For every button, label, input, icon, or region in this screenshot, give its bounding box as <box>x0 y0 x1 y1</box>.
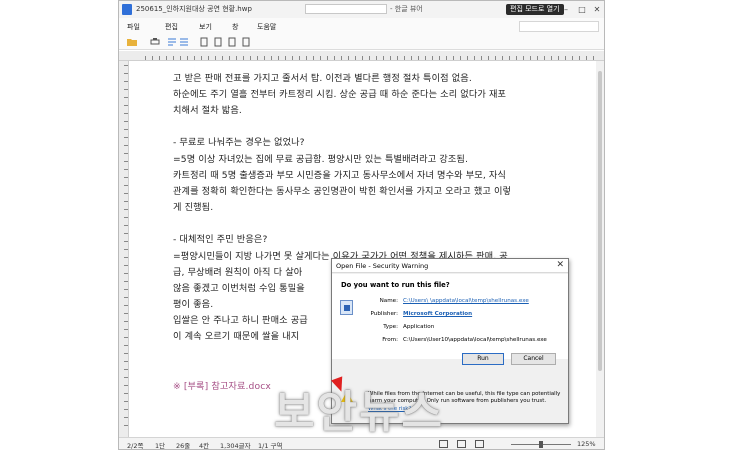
watermark-logo: 보안뉴스 <box>274 387 444 438</box>
status-char-count: 1,304글자 <box>220 442 251 450</box>
menu-file[interactable]: 파일 <box>127 22 140 32</box>
type-value: Application <box>403 324 435 330</box>
dialog-close-button[interactable]: ✕ <box>556 260 564 270</box>
publisher-label: Publisher: <box>370 311 398 317</box>
page-icon-4[interactable] <box>241 37 251 47</box>
vertical-scrollbar[interactable] <box>596 61 604 437</box>
doc-line: 급, 무상배려 원칙이 아직 다 살아 <box>173 267 303 278</box>
page-icon-1[interactable] <box>199 37 209 47</box>
doc-line: 이 계속 오르기 때문에 쌀을 내지 <box>173 331 300 342</box>
appendix-link[interactable]: ※ [부록] 참고자료.docx <box>173 378 271 392</box>
dialog-title-bar: Open File - Security Warning ✕ <box>332 259 568 273</box>
doc-line: =5명 이상 자녀있는 집에 무료 공급함. 평양시만 있는 특별배려라고 강조… <box>173 154 468 165</box>
from-value: C:\Users\User10\appdata\local\temp\shell… <box>403 337 547 343</box>
status-section: 1단 <box>155 442 166 450</box>
doc-line: 입쌀은 안 주나고 하니 판매소 공급 <box>173 315 308 326</box>
window-title: 250615_인하지원대상 공연 현황.hwp <box>136 5 252 13</box>
menu-bar: 파일 편집 보기 창 도움말 <box>119 18 604 34</box>
hwp-app-icon <box>122 4 132 15</box>
type-label: Type: <box>383 324 398 330</box>
doc-line: 하순에도 주기 열흘 전부터 카트정리 시킴. 상순 공급 때 하순 준다는 소… <box>173 89 507 100</box>
file-name-link[interactable]: C:\Users\ \appdata\local\temp\shellrunas… <box>403 298 529 304</box>
title-search-box[interactable] <box>305 4 387 14</box>
doc-line: 않음 좋겠고 이번처럼 수입 통밀을 <box>173 283 305 294</box>
doc-line: 관계를 정확히 확인한다는 동사무소 공인명관이 박힌 확인서를 가지고 오라고… <box>173 186 512 197</box>
executable-file-icon <box>340 300 353 315</box>
scroll-thumb[interactable] <box>598 71 602 371</box>
doc-line: - 대체적인 주민 반응은? <box>173 234 268 245</box>
status-area: 1/1 구역 <box>258 442 283 450</box>
menu-view[interactable]: 보기 <box>199 22 212 32</box>
status-page: 2/2쪽 <box>127 442 144 450</box>
cancel-button[interactable]: Cancel <box>511 353 556 365</box>
maximize-button[interactable]: □ <box>575 3 589 16</box>
print-icon[interactable] <box>150 37 160 47</box>
doc-line: 치해서 절차 밟음. <box>173 105 242 116</box>
menu-search-input[interactable] <box>519 21 599 32</box>
horizontal-ruler <box>119 51 604 61</box>
menu-edit[interactable]: 편집 <box>165 22 178 32</box>
menu-window[interactable]: 창 <box>232 22 238 32</box>
status-column: 4칸 <box>199 442 210 450</box>
doc-line: 게 진행됨. <box>173 202 214 213</box>
zoom-level: 125% <box>577 440 596 448</box>
menu-help[interactable]: 도움말 <box>257 22 276 32</box>
view-mode-icon[interactable] <box>167 37 177 47</box>
vertical-ruler <box>119 61 129 437</box>
page-icon-2[interactable] <box>213 37 223 47</box>
edit-mode-button[interactable]: 편집 모드로 열기 <box>506 4 564 15</box>
dialog-body: Do you want to run this file? Name: C:\U… <box>332 274 568 359</box>
title-bar: 250615_인하지원대상 공연 현황.hwp - 한글 뷰어 편집 모드로 열… <box>119 1 604 18</box>
run-button[interactable]: Run <box>462 353 504 365</box>
from-label: From: <box>382 337 398 343</box>
window-title-suffix: - 한글 뷰어 <box>390 5 423 13</box>
doc-line: 평이 좋음. <box>173 299 214 310</box>
name-label: Name: <box>379 298 398 304</box>
doc-line: 카트정리 때 5명 출생증과 부모 시민증을 가지고 동사무소에서 자녀 명수와… <box>173 170 506 181</box>
status-line: 26줄 <box>176 442 191 450</box>
close-button[interactable]: ✕ <box>590 3 604 16</box>
doc-line: - 무료로 나눠주는 경우는 없었나? <box>173 137 305 148</box>
dialog-title: Open File - Security Warning <box>336 262 429 270</box>
open-folder-icon[interactable] <box>127 37 137 47</box>
publisher-link[interactable]: Microsoft Corporation <box>403 311 472 317</box>
dialog-question: Do you want to run this file? <box>341 281 450 289</box>
view-web-icon[interactable] <box>475 440 484 448</box>
toolbar <box>119 34 604 50</box>
view-page-icon[interactable] <box>457 440 466 448</box>
doc-line: 고 받은 판매 전표를 가지고 줄서서 탑. 이전과 별다른 행정 절차 특이점… <box>173 73 472 84</box>
page-icon-3[interactable] <box>227 37 237 47</box>
layout-icon[interactable] <box>179 37 189 47</box>
view-normal-icon[interactable] <box>439 440 448 448</box>
minimize-button[interactable]: – <box>559 3 573 16</box>
zoom-knob[interactable] <box>539 441 543 448</box>
